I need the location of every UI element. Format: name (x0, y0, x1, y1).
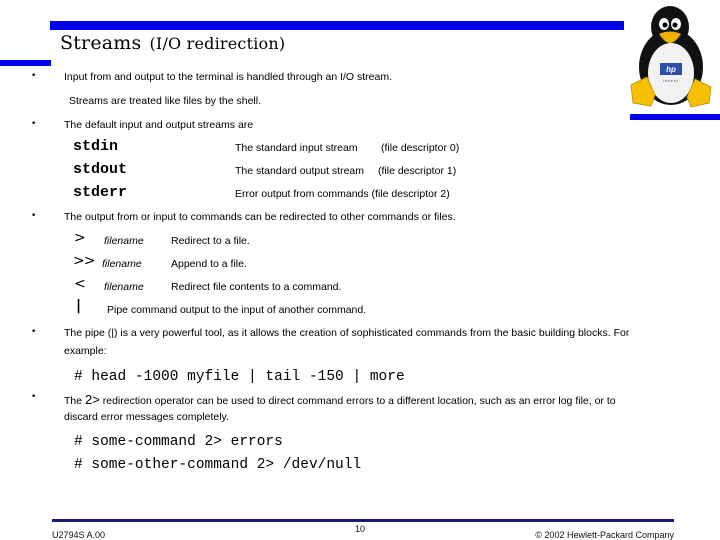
stream-name: stdout (73, 161, 128, 178)
example-command: # some-command 2> errors (74, 434, 283, 450)
stream-description: The standard input stream (235, 142, 358, 154)
bullet-icon: • (31, 211, 37, 221)
bullet-text: Input from and output to the terminal is… (64, 71, 393, 83)
redirect-arg: filename (104, 281, 144, 293)
left-accent-bar (0, 60, 51, 66)
stream-fd: (file descriptor 0) (381, 142, 460, 154)
footer-course-code: U2794S A.00 (52, 530, 106, 540)
redirect-description: Pipe command output to the input of anot… (107, 304, 367, 316)
title-subtitle: (I/O redirection) (149, 34, 286, 53)
stream-fd: (file descriptor 1) (378, 165, 457, 177)
bullet-icon: • (31, 71, 37, 81)
stream-description: The standard output stream (235, 165, 364, 177)
example-command: # some-other-command 2> /dev/null (74, 457, 362, 473)
redirect-symbol: | (76, 298, 82, 314)
redirect-symbol: >> (73, 253, 95, 269)
bullet-text: The output from or input to commands can… (64, 211, 456, 223)
bullet-text-after: redirection operator can be used to dire… (99, 395, 616, 407)
bullet-icon: • (31, 392, 37, 402)
redirect-description: Redirect to a file. (171, 235, 250, 247)
footer-page-number: 10 (355, 524, 366, 534)
bullet-subtext: Streams are treated like files by the sh… (69, 95, 262, 107)
stream-name: stdin (73, 138, 119, 155)
stream-description: Error output from commands (file descrip… (235, 188, 450, 200)
redirect-description: Append to a file. (171, 258, 247, 270)
title-accent-bar (50, 21, 624, 30)
logo-accent-bar (630, 114, 720, 120)
bullet-text-before: The (64, 395, 86, 407)
bullet-text: The pipe (|) is a very powerful tool, as… (64, 327, 630, 339)
redirect-description: Redirect file contents to a command. (171, 281, 342, 293)
svg-text:hp: hp (666, 65, 676, 74)
slide-title: Streams (I/O redirection) (60, 32, 285, 54)
stderr-operator: 2> (85, 392, 100, 407)
example-command: # head -1000 myfile | tail -150 | more (74, 369, 405, 385)
redirect-symbol: < (74, 276, 86, 292)
redirect-arg: filename (102, 258, 142, 270)
bullet-text-continued: example: (64, 345, 107, 357)
bullet-text: The default input and output streams are (64, 119, 254, 131)
footer-divider (52, 519, 674, 522)
svg-text:invent: invent (663, 79, 678, 83)
bullet-text-continued: discard error messages completely. (64, 411, 229, 423)
redirect-arg: filename (104, 235, 144, 247)
bullet-text: The 2> redirection operator can be used … (64, 392, 616, 407)
footer-copyright: © 2002 Hewlett-Packard Company (535, 530, 674, 540)
bullet-icon: • (31, 327, 37, 337)
redirect-symbol: > (74, 230, 86, 246)
stream-name: stderr (73, 184, 128, 201)
tux-penguin-icon: hp invent (630, 6, 712, 108)
title-main: Streams (60, 32, 142, 54)
bullet-icon: • (31, 119, 37, 129)
